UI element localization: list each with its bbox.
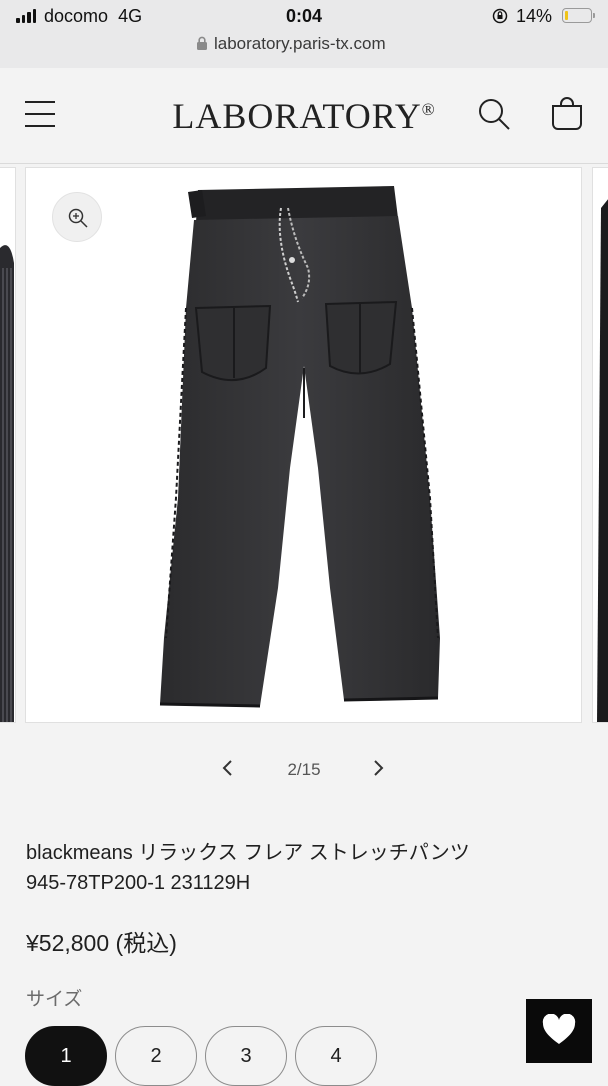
registered-mark: ®	[421, 100, 436, 119]
product-title-line2: 945-78TP200-1 231129H	[26, 872, 251, 894]
product-title-line1: blackmeans リラックス フレア ストレッチパンツ	[26, 842, 470, 864]
address-bar[interactable]: laboratory.paris-tx.com	[0, 34, 608, 69]
status-bar: docomo 4G 0:04 14%	[0, 0, 608, 34]
battery-fill	[565, 11, 568, 20]
url-text[interactable]: laboratory.paris-tx.com	[214, 34, 386, 54]
size-option-2[interactable]: 2	[115, 1026, 197, 1086]
zoom-button[interactable]	[52, 192, 102, 242]
battery-percent: 14%	[516, 6, 553, 26]
search-icon[interactable]	[477, 97, 511, 131]
next-slide-peek[interactable]	[592, 167, 608, 723]
size-option-3[interactable]: 3	[205, 1026, 287, 1086]
battery-icon	[562, 8, 592, 23]
orientation-lock-icon	[492, 8, 508, 24]
cart-icon[interactable]	[549, 96, 585, 132]
slide-pager: 2/15	[0, 752, 608, 786]
lock-icon	[197, 36, 207, 50]
site-header: LABORATORY®	[0, 68, 608, 164]
slide-counter: 2/15	[287, 760, 321, 779]
site-logo[interactable]: LABORATORY®	[0, 95, 608, 137]
chevron-right-icon[interactable]	[366, 756, 390, 780]
size-label: サイズ	[26, 989, 83, 1010]
pants-photo	[159, 186, 440, 708]
size-option-1[interactable]: 1	[25, 1026, 107, 1086]
size-option-4[interactable]: 4	[295, 1026, 377, 1086]
zoom-in-icon	[68, 208, 88, 228]
product-title: blackmeans リラックス フレア ストレッチパンツ 945-78TP20…	[26, 838, 582, 898]
previous-slide-peek[interactable]	[0, 167, 16, 723]
heart-icon	[542, 1014, 576, 1044]
product-price: ¥52,800 (税込)	[26, 930, 177, 956]
product-image[interactable]	[25, 167, 582, 723]
favorite-button[interactable]	[526, 999, 592, 1063]
